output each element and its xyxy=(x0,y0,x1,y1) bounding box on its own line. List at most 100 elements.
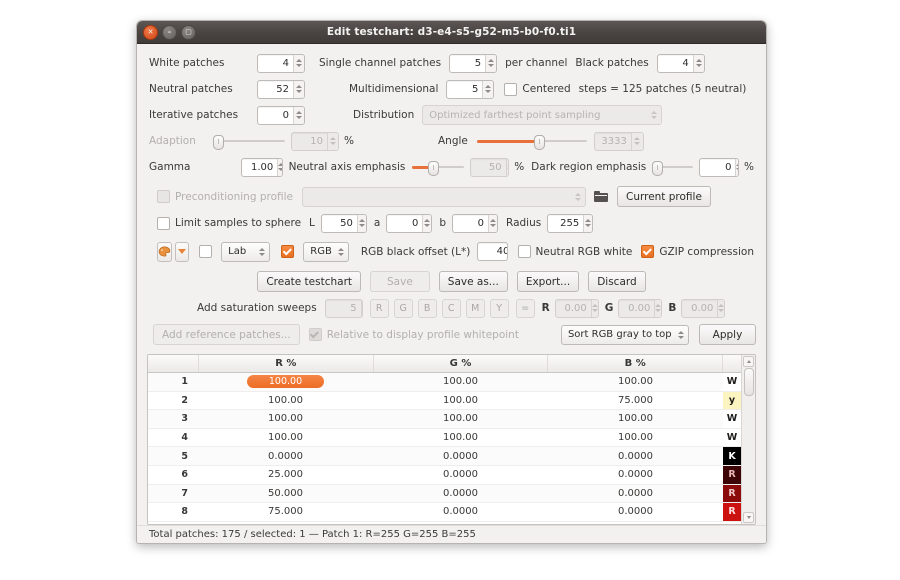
export-button[interactable]: Export... xyxy=(516,271,580,292)
spin-arrows[interactable] xyxy=(590,299,598,317)
cell-r[interactable]: 100.00 xyxy=(198,432,373,443)
spin-arrows[interactable] xyxy=(277,158,282,176)
table-row[interactable]: 1 100.00 100.00 100.00 W xyxy=(148,373,741,392)
black-patches-spinbox[interactable]: 4 xyxy=(656,53,705,73)
sat-g-spinbox[interactable]: 0.00 xyxy=(618,298,663,318)
apply-button[interactable]: Apply xyxy=(698,324,757,345)
colorspace-checkbox[interactable] xyxy=(199,245,213,258)
cell-b[interactable]: 0.0000 xyxy=(548,451,723,462)
cell-g[interactable]: 100.00 xyxy=(373,395,548,406)
scrollbar-thumb[interactable] xyxy=(743,368,754,396)
maximize-icon[interactable]: ▢ xyxy=(181,24,196,40)
cell-g[interactable]: 100.00 xyxy=(373,376,548,387)
slider-knob[interactable] xyxy=(212,134,224,150)
lab-combobox[interactable]: Lab xyxy=(221,241,271,262)
spin-arrows[interactable] xyxy=(488,214,497,232)
spin-arrows[interactable] xyxy=(717,299,725,317)
scroll-up-arrow[interactable] xyxy=(743,356,754,367)
spin-arrows[interactable] xyxy=(485,54,497,72)
cell-g[interactable]: 0.0000 xyxy=(373,451,548,462)
cell-g[interactable]: 0.0000 xyxy=(373,506,548,517)
slider-knob[interactable] xyxy=(534,134,546,150)
spin-arrows[interactable] xyxy=(293,80,304,98)
preconditioning-combobox[interactable] xyxy=(301,186,586,207)
spin-arrows[interactable] xyxy=(692,54,704,72)
table-header-r[interactable]: R % xyxy=(199,355,374,372)
spin-arrows[interactable] xyxy=(735,158,739,176)
sat-equals-button[interactable]: = xyxy=(515,298,535,318)
gamma-spinbox[interactable]: 1.00 xyxy=(241,157,283,177)
angle-slider[interactable] xyxy=(476,133,587,150)
table-row[interactable]: 8 75.000 0.0000 0.0000 R xyxy=(148,503,741,522)
spin-arrows[interactable] xyxy=(422,214,432,232)
table-row[interactable]: 4 100.00 100.00 100.00 W xyxy=(148,428,741,448)
dark-region-slider[interactable] xyxy=(651,159,694,176)
table-row[interactable]: 3 100.00 100.00 100.00 W xyxy=(148,410,741,429)
relative-whitepoint-checkbox[interactable] xyxy=(308,328,322,341)
cell-b[interactable]: 100.00 xyxy=(548,413,723,424)
sat-channel-y-button[interactable]: Y xyxy=(489,298,509,318)
a-spinbox[interactable]: 0 xyxy=(386,213,433,233)
scroll-down-arrow[interactable] xyxy=(743,512,754,523)
sat-b-spinbox[interactable]: 0.00 xyxy=(681,298,726,318)
rgb-checkbox[interactable] xyxy=(281,245,295,258)
cell-r[interactable]: 100.00 xyxy=(198,375,373,389)
sat-channel-r-button[interactable]: R xyxy=(369,298,389,318)
save-as-button[interactable]: Save as... xyxy=(438,271,508,292)
cell-g[interactable]: 100.00 xyxy=(373,432,548,443)
cell-g[interactable]: 0.0000 xyxy=(373,488,548,499)
discard-button[interactable]: Discard xyxy=(588,271,646,292)
cell-b[interactable]: 0.0000 xyxy=(548,488,723,499)
sat-channel-b-button[interactable]: B xyxy=(417,298,437,318)
cell-g[interactable]: 0.0000 xyxy=(373,469,548,480)
spin-arrows[interactable] xyxy=(327,132,338,150)
b-spinbox[interactable]: 0 xyxy=(452,213,498,233)
single-channel-spinbox[interactable]: 5 xyxy=(449,53,498,73)
adaption-slider[interactable] xyxy=(212,133,285,150)
table-row[interactable]: 2 100.00 100.00 75.000 y xyxy=(148,391,741,411)
slider-knob[interactable] xyxy=(651,160,663,176)
folder-icon[interactable] xyxy=(593,191,608,202)
sat-channel-c-button[interactable]: C xyxy=(441,298,461,318)
neutral-axis-slider[interactable] xyxy=(412,159,464,176)
close-icon[interactable]: ✕ xyxy=(143,24,158,40)
spin-arrows[interactable] xyxy=(293,106,304,124)
create-testchart-button[interactable]: Create testchart xyxy=(257,271,361,292)
sat-r-spinbox[interactable]: 0.00 xyxy=(554,298,599,318)
preconditioning-checkbox[interactable] xyxy=(157,190,170,203)
limit-sphere-checkbox[interactable] xyxy=(157,216,170,230)
rgb-combobox[interactable]: RGB xyxy=(303,241,349,262)
rgb-black-offset-spinbox[interactable]: 40 xyxy=(477,242,508,261)
table-header-b[interactable]: B % xyxy=(548,355,724,372)
cell-b[interactable]: 100.00 xyxy=(548,432,723,443)
white-patches-spinbox[interactable]: 4 xyxy=(257,53,305,73)
cell-r[interactable]: 75.000 xyxy=(198,506,373,517)
cell-b[interactable]: 0.0000 xyxy=(548,506,723,517)
cell-r[interactable]: 50.000 xyxy=(198,488,373,499)
cell-r[interactable]: 100.00 xyxy=(198,395,373,406)
cell-r[interactable]: 100.00 xyxy=(198,413,373,424)
minimize-icon[interactable]: – xyxy=(162,24,177,40)
cell-r[interactable]: 0.0000 xyxy=(198,451,373,462)
centered-checkbox[interactable] xyxy=(504,82,518,96)
gzip-checkbox[interactable] xyxy=(641,245,655,258)
cell-b[interactable]: 75.000 xyxy=(548,395,723,406)
adaption-spinbox[interactable]: 10 xyxy=(291,131,339,151)
radius-spinbox[interactable]: 255 xyxy=(547,213,594,233)
L-spinbox[interactable]: 50 xyxy=(320,213,367,233)
saturation-count-spinbox[interactable]: 5 xyxy=(324,298,363,318)
neutral-rgb-white-checkbox[interactable] xyxy=(517,245,531,258)
spin-arrows[interactable] xyxy=(482,80,494,98)
table-scrollbar[interactable] xyxy=(741,355,755,524)
table-row[interactable]: 6 25.000 0.0000 0.0000 R xyxy=(148,465,741,485)
spin-arrows[interactable] xyxy=(360,299,362,317)
spin-arrows[interactable] xyxy=(583,214,593,232)
cell-r[interactable]: 25.000 xyxy=(198,469,373,480)
sort-combobox[interactable]: Sort RGB gray to top xyxy=(560,324,689,345)
color-palette-icon[interactable] xyxy=(157,241,172,262)
angle-spinbox[interactable]: 3333 xyxy=(593,131,644,151)
dark-region-spinbox[interactable]: 0 xyxy=(699,157,740,177)
neutral-axis-spinbox[interactable]: 50 xyxy=(469,157,510,177)
table-header-g[interactable]: G % xyxy=(374,355,549,372)
spin-arrows[interactable] xyxy=(654,299,662,317)
